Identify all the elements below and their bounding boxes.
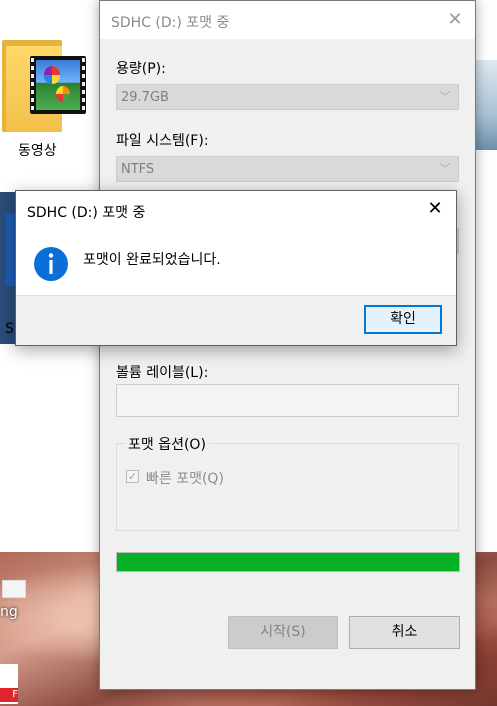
message-dialog-title: SDHC (D:) 포맷 중 <box>27 205 146 221</box>
chevron-down-icon: ﹀ <box>438 90 451 104</box>
ok-button[interactable]: 확인 <box>364 305 442 334</box>
videos-folder-label[interactable]: 동영상 <box>18 140 57 160</box>
film-strip-icon <box>30 56 86 114</box>
volume-label-input[interactable] <box>116 384 459 417</box>
filesystem-select[interactable]: NTFS ﹀ <box>116 156 459 182</box>
videos-folder-icon[interactable] <box>2 34 90 134</box>
document-icon[interactable] <box>2 580 26 598</box>
quick-format-checkbox[interactable]: ✓ <box>126 470 139 483</box>
progress-fill <box>117 553 459 571</box>
format-progress-bar <box>116 552 460 572</box>
pdf-file-icon[interactable]: F <box>0 664 18 704</box>
info-icon <box>34 247 68 281</box>
close-icon[interactable]: ✕ <box>440 7 470 33</box>
start-button[interactable]: 시작(S) <box>228 616 338 649</box>
quick-format-label: 빠른 포맷(Q) <box>146 471 224 487</box>
desktop-icon-label[interactable]: S <box>5 321 14 337</box>
close-icon[interactable]: ✕ <box>420 196 450 222</box>
filesystem-label: 파일 시스템(F): <box>116 133 209 149</box>
cancel-button[interactable]: 취소 <box>349 616 460 649</box>
format-dialog-titlebar: SDHC (D:) 포맷 중 ✕ <box>100 1 475 39</box>
message-text: 포맷이 완료되었습니다. <box>83 252 221 268</box>
format-options-title: 포맷 옵션(O) <box>125 434 209 454</box>
format-complete-dialog: SDHC (D:) 포맷 중 ✕ 포맷이 완료되었습니다. 확인 <box>15 190 457 346</box>
desktop-icon-label[interactable]: ng <box>0 604 18 620</box>
volume-label-label: 볼륨 레이블(L): <box>116 365 209 381</box>
chevron-down-icon: ﹀ <box>438 162 451 176</box>
format-dialog-title: SDHC (D:) 포맷 중 <box>111 15 230 31</box>
capacity-select[interactable]: 29.7GB ﹀ <box>116 84 459 110</box>
message-area: SDHC (D:) 포맷 중 ✕ 포맷이 완료되었습니다. <box>16 191 456 295</box>
capacity-label: 용량(P): <box>116 61 166 77</box>
desktop-wallpaper-edge <box>474 60 497 150</box>
divider <box>16 295 456 296</box>
